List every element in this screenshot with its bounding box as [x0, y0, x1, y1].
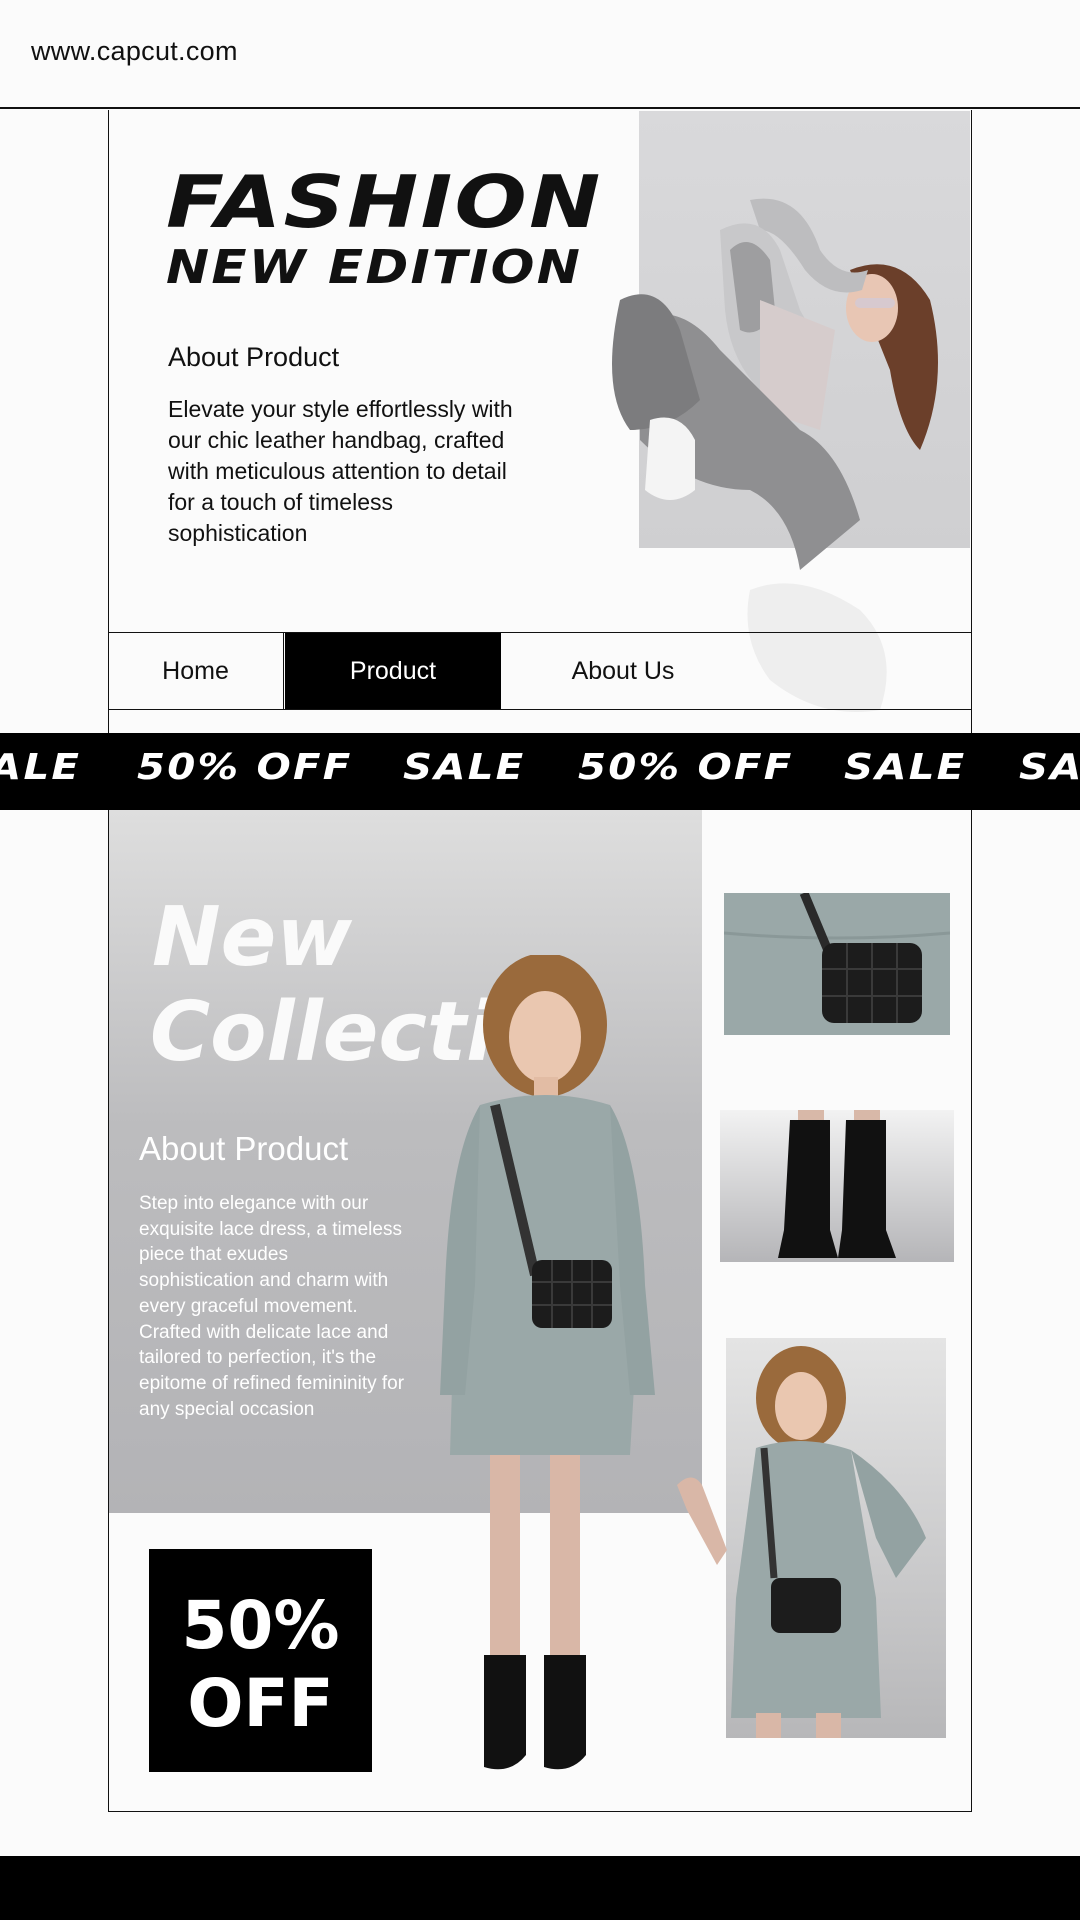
sale-ticker: ALE 50% OFF SALE 50% OFF SALE SA [0, 733, 1080, 810]
ticker-item: 50% OFF [137, 747, 353, 788]
discount-percent: 50% [181, 1587, 340, 1664]
collection-title-line1: New [152, 890, 352, 985]
collection-about-heading: About Product [139, 1130, 349, 1167]
collection-about-text: Step into elegance with our exquisite la… [139, 1193, 405, 1420]
hero-title-line1: FASHION [166, 160, 603, 244]
hero-about-text: Elevate your style effortlessly with our… [168, 396, 513, 546]
discount-off-label: OFF [187, 1665, 334, 1742]
collection-model-image [440, 955, 655, 1770]
thumbnail-bag-image [724, 893, 950, 1035]
ticker-item: SA [1019, 747, 1080, 788]
thumbnail-model[interactable] [726, 1338, 946, 1738]
ticker-item: ALE [0, 747, 82, 788]
hero-title-line2: NEW EDITION [166, 240, 583, 294]
thumbnail-boots-image [778, 1110, 896, 1258]
thumbnail-bag[interactable] [724, 893, 950, 1035]
discount-badge[interactable]: 50% OFF [149, 1549, 372, 1772]
nav-about-us-button[interactable]: About Us [503, 633, 743, 709]
nav-home-button[interactable]: Home [108, 633, 284, 709]
top-bar: www.capcut.com [0, 0, 1080, 109]
model-arm-image [677, 1477, 727, 1565]
ticker-item: 50% OFF [578, 747, 794, 788]
footer-bar [0, 1856, 1080, 1920]
ticker-item: SALE [403, 747, 526, 788]
ticker-item: SALE [844, 747, 967, 788]
hero-about-heading: About Product [168, 342, 340, 372]
main-nav: Home Product About Us [108, 632, 972, 710]
nav-product-button[interactable]: Product [285, 633, 501, 709]
thumbnail-boots[interactable] [720, 1110, 954, 1262]
thumbnail-model-image [731, 1346, 926, 1738]
site-url[interactable]: www.capcut.com [31, 36, 238, 67]
